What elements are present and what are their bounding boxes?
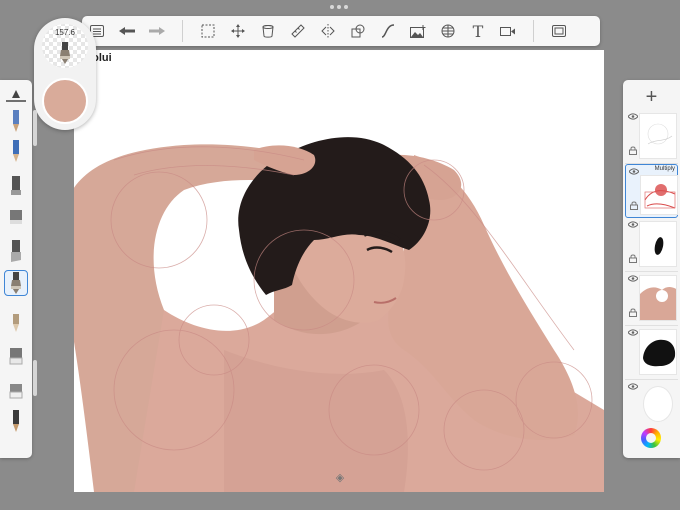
perspective-icon[interactable] xyxy=(433,16,463,46)
layer-thumbnail xyxy=(639,221,677,267)
fullscreen-icon[interactable] xyxy=(544,16,574,46)
selection-icon[interactable] xyxy=(193,16,223,46)
canvas-rotate-icon[interactable]: ◈ xyxy=(334,472,346,484)
brush-size-value: 157.6 xyxy=(54,28,76,37)
shapes-icon[interactable] xyxy=(343,16,373,46)
layer-thumbnail xyxy=(639,329,677,375)
ruler-icon[interactable] xyxy=(283,16,313,46)
color-wheel-icon[interactable] xyxy=(641,428,661,448)
layer-item[interactable] xyxy=(625,110,678,164)
main-toolbar: T xyxy=(82,16,600,46)
brush-pencil[interactable] xyxy=(4,108,28,134)
redo-icon[interactable] xyxy=(142,16,172,46)
artwork xyxy=(74,137,604,492)
lock-icon[interactable] xyxy=(629,308,637,317)
brush-palette xyxy=(0,80,32,458)
brush-ink-pen[interactable] xyxy=(4,408,28,434)
fill-icon[interactable] xyxy=(253,16,283,46)
layer-item[interactable] xyxy=(625,272,678,326)
layer-item-selected[interactable]: Multiply xyxy=(625,164,678,218)
undo-icon[interactable] xyxy=(112,16,142,46)
text-icon[interactable]: T xyxy=(463,16,493,46)
video-icon[interactable] xyxy=(493,16,523,46)
layer-thumbnail xyxy=(640,175,678,215)
brush-selected-paint[interactable] xyxy=(4,270,28,296)
brush-puck[interactable]: 157.6 xyxy=(34,18,96,130)
layer-item[interactable] xyxy=(625,326,678,380)
layers-panel: + Multiply xyxy=(623,80,680,458)
brush-airbrush[interactable] xyxy=(4,204,28,230)
eye-icon[interactable] xyxy=(628,221,638,228)
brush-size-control[interactable]: 157.6 xyxy=(42,24,88,68)
eye-icon[interactable] xyxy=(628,113,638,120)
brush-pencil-hard[interactable] xyxy=(4,138,28,164)
brush-palette-grip[interactable] xyxy=(33,360,37,396)
layer-thumbnail xyxy=(639,275,677,321)
eye-icon[interactable] xyxy=(628,275,638,282)
brush-palette-grip[interactable] xyxy=(33,110,37,146)
eye-icon[interactable] xyxy=(629,168,639,175)
layer-thumbnail xyxy=(639,113,677,159)
layer-item[interactable] xyxy=(625,380,678,434)
current-brush-icon xyxy=(60,42,70,64)
lock-icon[interactable] xyxy=(630,201,638,210)
brush-chisel[interactable] xyxy=(4,238,28,264)
toolbar-separator xyxy=(533,20,534,42)
lock-icon[interactable] xyxy=(629,254,637,263)
transform-icon[interactable] xyxy=(223,16,253,46)
layer-thumbnail xyxy=(643,386,673,422)
symmetry-icon[interactable] xyxy=(313,16,343,46)
brush-eraser-hard[interactable] xyxy=(4,376,28,402)
brush-soft-pencil[interactable] xyxy=(4,308,28,334)
lock-icon[interactable] xyxy=(629,146,637,155)
drawing-canvas[interactable] xyxy=(74,50,604,492)
brush-opacity-slider[interactable] xyxy=(4,88,28,104)
brush-eraser[interactable] xyxy=(4,342,28,368)
image-icon[interactable] xyxy=(403,16,433,46)
add-layer-button[interactable]: + xyxy=(623,84,680,110)
layer-item[interactable] xyxy=(625,218,678,272)
eye-icon[interactable] xyxy=(628,329,638,336)
stroke-icon[interactable] xyxy=(373,16,403,46)
layer-blend-mode[interactable]: Multiply xyxy=(655,166,675,172)
toolbar-separator xyxy=(182,20,183,42)
brush-marker[interactable] xyxy=(4,172,28,198)
current-color-swatch[interactable] xyxy=(42,78,88,124)
eye-icon[interactable] xyxy=(628,383,638,390)
top-handle[interactable] xyxy=(330,5,350,9)
